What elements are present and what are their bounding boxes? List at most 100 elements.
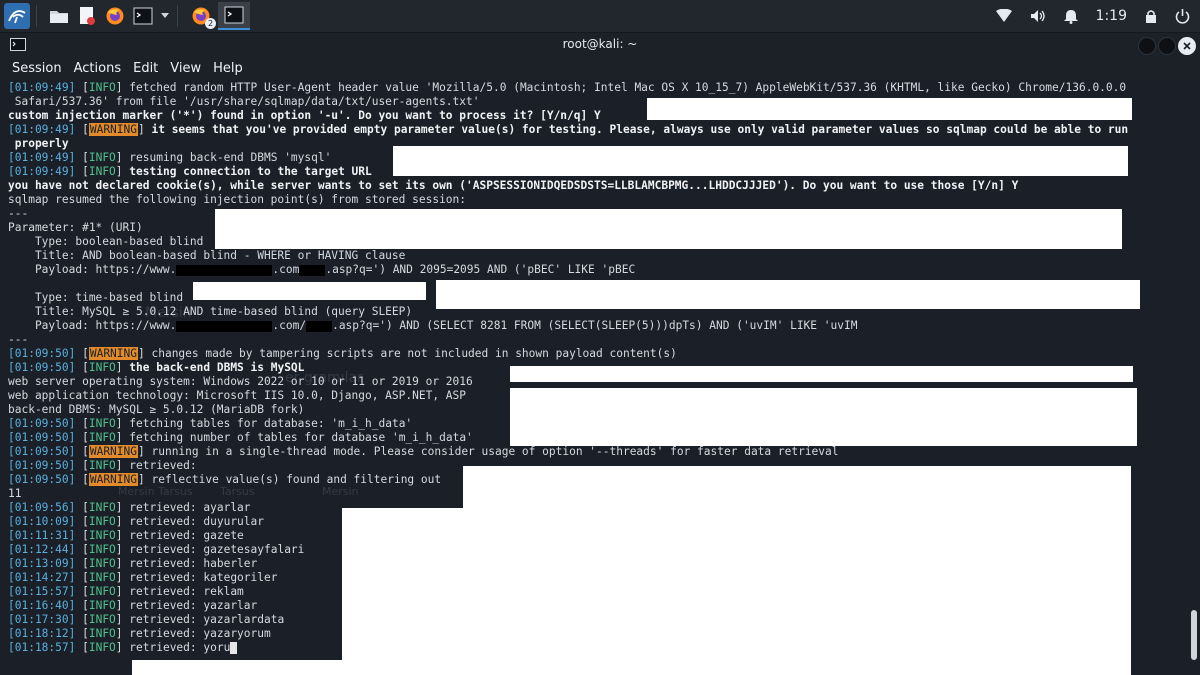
- redaction-box: [132, 660, 347, 675]
- warning-tag: WARNING: [88, 347, 138, 360]
- warning-tag: WARNING: [88, 445, 138, 458]
- timestamp: [01:09:49]: [8, 151, 76, 164]
- line-text: changes made by tampering scripts are no…: [144, 347, 677, 360]
- line-text: retrieved: ayarlar: [122, 501, 251, 514]
- info-tag: INFO: [88, 151, 116, 164]
- firefox-window-button[interactable]: 2: [188, 3, 216, 29]
- menu-session[interactable]: Session: [12, 61, 62, 76]
- terminal-line: Payload: https://www. .com .asp?q=') AND 2…: [8, 263, 1186, 277]
- menu-actions[interactable]: Actions: [74, 61, 122, 76]
- line-text: Parameter: #1* (URI): [8, 221, 143, 234]
- warning-tag: WARNING: [88, 473, 138, 486]
- line-text: retrieved: duyurular: [122, 515, 264, 528]
- terminal-icon[interactable]: [131, 3, 155, 29]
- line-text: retrieved: yazarlar: [122, 599, 258, 612]
- line-text: retrieved: kategoriler: [122, 571, 278, 584]
- info-tag: INFO: [88, 571, 116, 584]
- menu-view[interactable]: View: [170, 61, 201, 76]
- window-titlebar[interactable]: root@kali: ~: [0, 33, 1200, 57]
- maximize-button[interactable]: [1158, 37, 1176, 55]
- power-icon[interactable]: [1175, 8, 1190, 24]
- timestamp: [01:18:12]: [8, 627, 76, 640]
- line-text: Safari/537.36' from file '/usr/share/sql…: [8, 95, 480, 108]
- redacted-domain: [176, 264, 273, 276]
- terminal-line: [01:09:50] [WARNING] running in a single…: [8, 445, 839, 458]
- text-editor-icon[interactable]: [75, 3, 99, 29]
- line-text: fetching tables for database: 'm_i_h_dat…: [122, 417, 413, 430]
- line-text: retrieved: gazete: [122, 529, 244, 542]
- terminal-output[interactable]: Mersin er gramılar Mersin Tarsus Tarsus …: [0, 80, 1200, 675]
- line-text: back-end DBMS: MySQL ≥ 5.0.12 (MariaDB f…: [8, 403, 305, 416]
- network-icon[interactable]: [995, 9, 1012, 23]
- timestamp: [01:09:50]: [8, 417, 76, 430]
- info-tag: INFO: [88, 361, 116, 374]
- timestamp: [01:15:57]: [8, 585, 76, 598]
- line-text: you have not declared cookie(s), while s…: [8, 179, 1019, 192]
- redaction-box: [510, 388, 1137, 446]
- info-tag: INFO: [88, 599, 116, 612]
- line-text: Type: boolean-based blind: [8, 235, 204, 248]
- line-text: Title: AND boolean-based blind - WHERE o…: [8, 249, 406, 262]
- timestamp: [01:09:50]: [8, 473, 76, 486]
- kali-menu-icon[interactable]: [4, 3, 30, 29]
- text-cursor: [230, 642, 238, 654]
- chevron-down-icon[interactable]: [159, 3, 171, 29]
- terminal-line: Title: AND boolean-based blind - WHERE o…: [8, 249, 1186, 263]
- redacted-path: [299, 264, 326, 276]
- close-icon: [1183, 42, 1191, 50]
- notification-icon[interactable]: [1063, 9, 1078, 24]
- clock[interactable]: 1:19: [1096, 8, 1127, 24]
- info-tag: INFO: [88, 543, 116, 556]
- timestamp: [01:17:30]: [8, 613, 76, 626]
- close-button[interactable]: [1178, 37, 1196, 55]
- timestamp: [01:09:50]: [8, 459, 76, 472]
- timestamp: [01:13:09]: [8, 557, 76, 570]
- info-tag: INFO: [88, 515, 116, 528]
- menu-bar: Session Actions Edit View Help: [0, 57, 1200, 79]
- terminal-line: [01:09:49] [WARNING] it seems that you'v…: [8, 123, 1129, 136]
- info-tag: INFO: [88, 585, 116, 598]
- line-text: web server operating system: Windows 202…: [8, 375, 473, 388]
- line-text: .asp?q=') AND 2095=2095 AND ('pBEC' LIKE…: [325, 263, 636, 276]
- window-title: root@kali: ~: [562, 37, 638, 51]
- menu-help[interactable]: Help: [213, 61, 243, 76]
- line-text: .com: [272, 263, 300, 276]
- line-text: Type: time-based blind: [8, 291, 184, 304]
- line-text: properly: [8, 137, 69, 150]
- firefox-icon[interactable]: [103, 3, 127, 29]
- info-tag: INFO: [88, 431, 116, 444]
- line-text: resuming back-end DBMS 'mysql': [122, 151, 332, 164]
- line-text: .com/: [272, 319, 307, 332]
- info-tag: INFO: [88, 613, 116, 626]
- redaction-box: [193, 282, 426, 300]
- file-manager-icon[interactable]: [47, 3, 71, 29]
- line-text: it seems that you've provided empty para…: [144, 123, 1129, 136]
- line-text: custom injection marker ('*') found in o…: [8, 109, 601, 122]
- scrollbar-thumb[interactable]: [1191, 610, 1197, 660]
- line-text: ---: [8, 207, 29, 220]
- scrollbar[interactable]: [1188, 80, 1200, 675]
- line-text: the back-end DBMS is MySQL: [122, 361, 305, 374]
- line-text: fetching number of tables for database '…: [122, 431, 473, 444]
- menu-edit[interactable]: Edit: [133, 61, 158, 76]
- info-tag: INFO: [88, 557, 116, 570]
- line-text: fetched random HTTP User-Agent header va…: [122, 81, 1127, 94]
- line-text: retrieved: gazetesayfalari: [122, 543, 305, 556]
- timestamp: [01:09:56]: [8, 501, 76, 514]
- terminal-window-button[interactable]: [218, 2, 250, 30]
- timestamp: [01:11:31]: [8, 529, 76, 542]
- redacted-path: [306, 320, 333, 332]
- timestamp: [01:10:09]: [8, 515, 76, 528]
- timestamp: [01:09:50]: [8, 445, 76, 458]
- lock-icon[interactable]: [1145, 9, 1157, 24]
- redaction-box: [647, 98, 1132, 120]
- terminal-line: sqlmap resumed the following injection p…: [8, 193, 1186, 207]
- terminal-icon: [224, 6, 244, 24]
- volume-icon[interactable]: [1030, 9, 1046, 23]
- minimize-button[interactable]: [1138, 37, 1156, 55]
- line-text: ---: [8, 333, 29, 346]
- warning-tag: WARNING: [88, 123, 138, 136]
- redaction-box: [215, 209, 1122, 249]
- info-tag: INFO: [88, 417, 116, 430]
- redaction-box: [463, 466, 1131, 509]
